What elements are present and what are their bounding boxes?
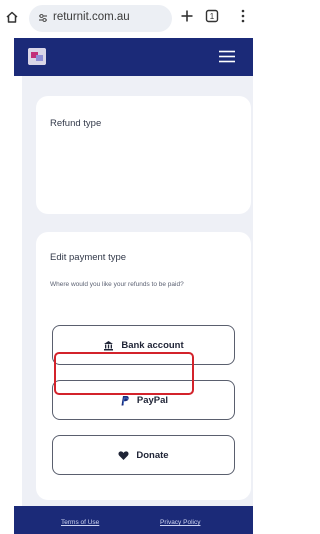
main-content: Refund type Edit payment type Where woul…	[22, 76, 253, 506]
tabs-count-icon[interactable]: 1	[205, 9, 219, 23]
url-text: returnit.com.au	[53, 11, 130, 23]
donate-button[interactable]: Donate	[52, 435, 235, 475]
paypal-icon	[121, 395, 129, 405]
edit-payment-card: Edit payment type Where would you like y…	[36, 232, 251, 500]
tabs-count: 1	[210, 12, 215, 21]
site-settings-icon[interactable]	[38, 13, 48, 23]
paypal-label: PayPal	[136, 394, 169, 406]
refund-type-title: Refund type	[50, 118, 102, 129]
refund-type-card: Refund type	[36, 96, 251, 214]
address-bar[interactable]: returnit.com.au	[29, 5, 172, 32]
new-tab-plus-icon[interactable]	[180, 9, 194, 23]
edit-payment-title: Edit payment type	[50, 252, 127, 263]
site-footer: Terms of Use Privacy Policy	[14, 506, 253, 534]
heart-icon	[118, 450, 129, 460]
returnit-logo-icon[interactable]	[28, 48, 46, 65]
hamburger-menu-icon[interactable]	[219, 50, 235, 63]
paypal-button[interactable]: PayPal	[52, 380, 235, 420]
browser-toolbar: returnit.com.au 1	[0, 0, 253, 38]
bank-icon	[104, 340, 114, 350]
terms-of-use-link[interactable]: Terms of Use	[61, 519, 99, 526]
privacy-policy-link[interactable]: Privacy Policy	[160, 519, 200, 526]
donate-label: Donate	[136, 449, 169, 461]
edit-payment-subtitle: Where would you like your refunds to be …	[50, 281, 184, 288]
bank-account-label: Bank account	[121, 339, 184, 351]
bank-account-button[interactable]: Bank account	[52, 325, 235, 365]
app-header	[14, 38, 253, 76]
home-icon[interactable]	[5, 10, 19, 24]
more-menu-icon[interactable]	[240, 8, 246, 24]
